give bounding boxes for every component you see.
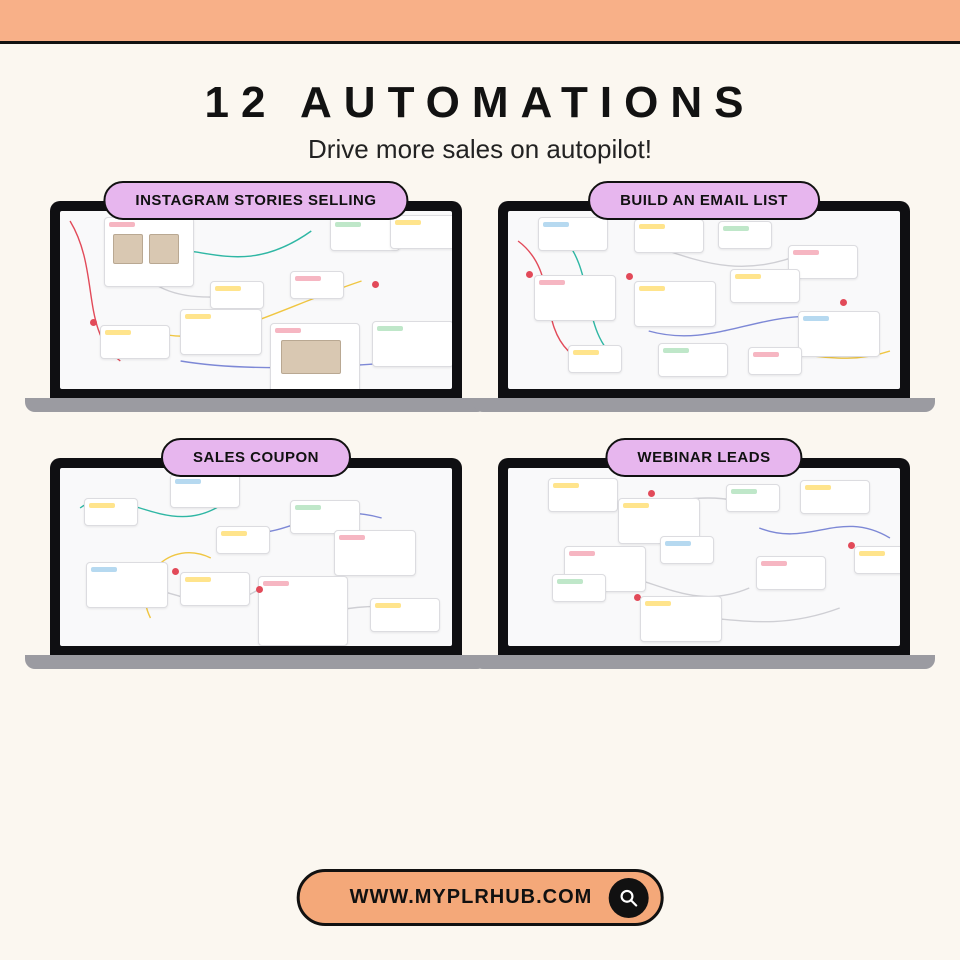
tile-label: BUILD AN EMAIL LIST [588, 181, 820, 220]
page-subtitle: Drive more sales on autopilot! [0, 134, 960, 165]
tile-label: INSTAGRAM STORIES SELLING [103, 181, 408, 220]
laptop-screen-frame [498, 458, 910, 656]
flow-canvas [60, 211, 452, 389]
automation-grid: INSTAGRAM STORIES SELLING [50, 201, 910, 669]
heading-block: 12 AUTOMATIONS Drive more sales on autop… [0, 78, 960, 165]
tile-label: WEBINAR LEADS [605, 438, 802, 477]
tile-label: SALES COUPON [161, 438, 351, 477]
laptop-mockup [498, 458, 910, 669]
laptop-base [25, 398, 486, 412]
flow-canvas [508, 468, 900, 646]
tile-sales-coupon: SALES COUPON [50, 458, 462, 669]
laptop-base [473, 655, 934, 669]
laptop-base [25, 655, 486, 669]
top-band [0, 0, 960, 44]
page-title: 12 AUTOMATIONS [0, 78, 960, 128]
tile-instagram-stories: INSTAGRAM STORIES SELLING [50, 201, 462, 412]
laptop-screen-frame [50, 201, 462, 399]
laptop-screen-frame [498, 201, 910, 399]
flow-canvas [508, 211, 900, 389]
flow-canvas [60, 468, 452, 646]
tile-email-list: BUILD AN EMAIL LIST [498, 201, 910, 412]
laptop-mockup [50, 458, 462, 669]
laptop-mockup [50, 201, 462, 412]
website-pill[interactable]: WWW.MYPLRHUB.COM [297, 869, 664, 926]
laptop-mockup [498, 201, 910, 412]
laptop-screen-frame [50, 458, 462, 656]
website-url: WWW.MYPLRHUB.COM [350, 886, 593, 909]
search-icon[interactable] [608, 878, 648, 918]
tile-webinar-leads: WEBINAR LEADS [498, 458, 910, 669]
laptop-base [473, 398, 934, 412]
